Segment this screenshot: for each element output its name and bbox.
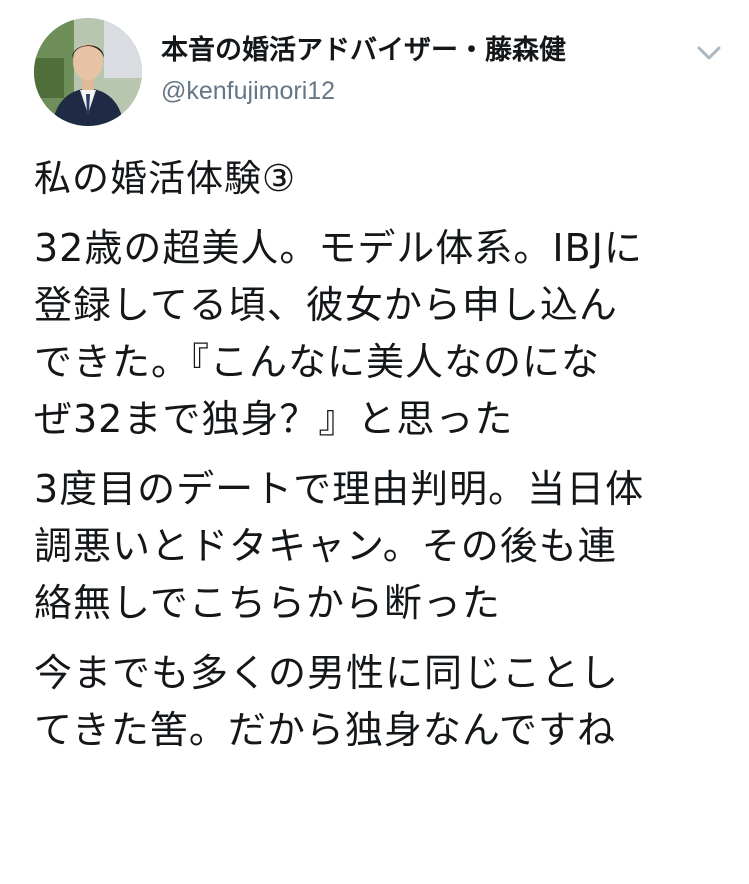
author-block[interactable]: 本音の婚活アドバイザー・藤森健 @kenfujimori12 [161, 34, 566, 108]
display-name[interactable]: 本音の婚活アドバイザー・藤森健 [161, 34, 566, 68]
tweet-paragraph: 3度目のデートで理由判明。当日体 調悪いとドタキャン。その後も連 絡無しでこちら… [34, 467, 645, 625]
tweet-paragraph: 32歳の超美人。モデル体系。IBJに 登録してる頃、彼女から申し込ん できた。『… [34, 226, 643, 441]
chevron-down-icon[interactable] [694, 38, 724, 68]
tweet-header: 本音の婚活アドバイザー・藤森健 @kenfujimori12 [34, 18, 724, 128]
avatar-photo [34, 18, 142, 126]
user-handle[interactable]: @kenfujimori12 [161, 74, 566, 108]
tweet-body: 私の婚活体験③ 32歳の超美人。モデル体系。IBJに 登録してる頃、彼女から申し… [34, 150, 724, 772]
tweet-paragraph: 私の婚活体験③ [34, 157, 297, 200]
avatar[interactable] [34, 18, 142, 126]
tweet-paragraph: 今までも多くの男性に同じことし てきた筈。だから独身なんですね [34, 651, 620, 752]
